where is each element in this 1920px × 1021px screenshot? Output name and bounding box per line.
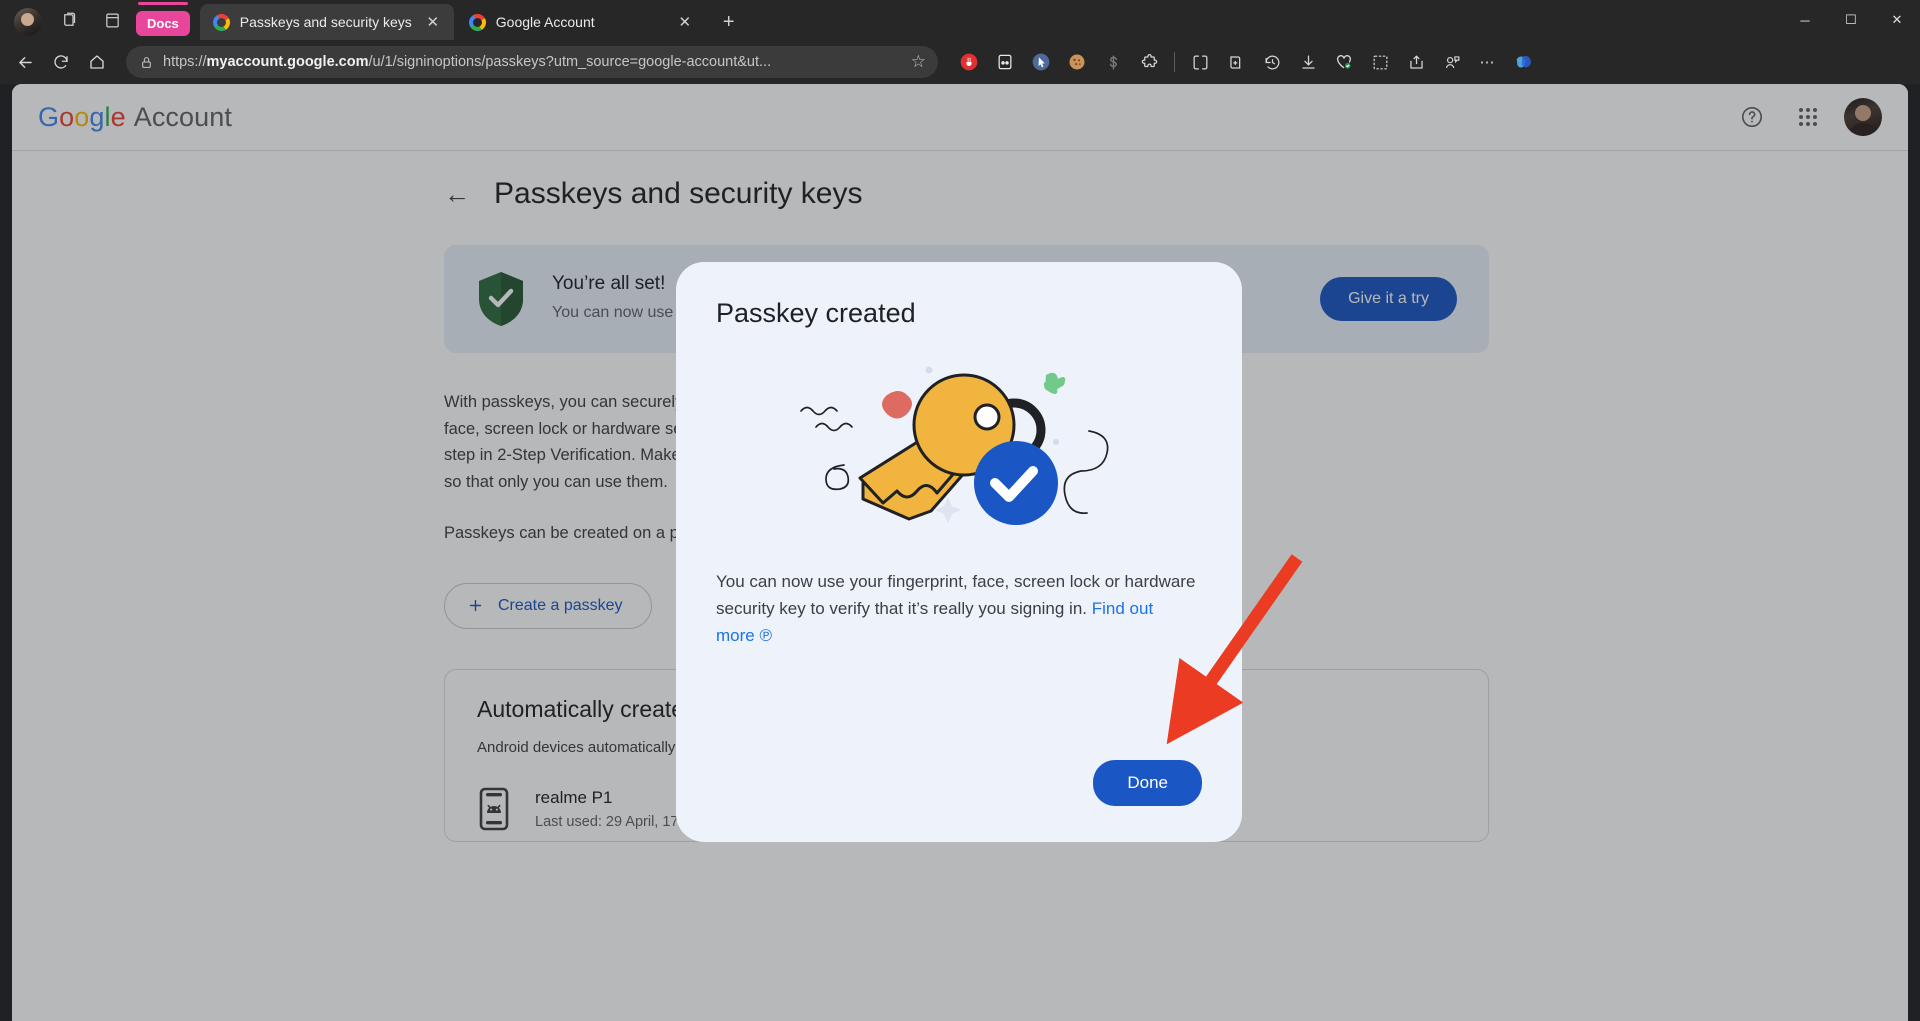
collections-icon[interactable]	[1219, 45, 1253, 79]
window-controls: ─ ☐ ✕	[1782, 0, 1920, 40]
tab-close-icon[interactable]: ✕	[674, 11, 696, 33]
tab-title: Google Account	[495, 14, 595, 30]
passkey-created-dialog: Passkey created You can now use your fin…	[676, 262, 1242, 842]
home-icon[interactable]	[80, 45, 114, 79]
history-icon[interactable]	[1255, 45, 1289, 79]
browser-essentials-icon[interactable]	[1327, 45, 1361, 79]
google-favicon-icon	[468, 13, 486, 31]
split-screen-icon[interactable]	[1183, 45, 1217, 79]
help-circle-icon[interactable]: ℗	[759, 626, 772, 645]
share-icon[interactable]	[1399, 45, 1433, 79]
favorite-star-icon[interactable]: ☆	[911, 52, 926, 72]
tab-google-account[interactable]: Google Account ✕	[456, 4, 706, 40]
done-button[interactable]: Done	[1093, 760, 1202, 806]
url-text: https://myaccount.google.com/u/1/signino…	[163, 54, 772, 70]
cursor-icon[interactable]	[1024, 45, 1058, 79]
address-bar[interactable]: https://myaccount.google.com/u/1/signino…	[126, 46, 938, 78]
settings-more-icon[interactable]: ⋯	[1471, 45, 1505, 79]
extensions-puzzle-icon[interactable]	[1132, 45, 1166, 79]
new-tab-button[interactable]: +	[714, 7, 744, 37]
collections-icon[interactable]	[50, 2, 90, 38]
navigation-toolbar: https://myaccount.google.com/u/1/signino…	[0, 40, 1920, 84]
dialog-actions: Done	[716, 760, 1202, 842]
dialog-title: Passkey created	[716, 298, 916, 328]
cookie-icon[interactable]	[1060, 45, 1094, 79]
extension-toolbar: ⋯	[952, 45, 1541, 79]
feedback-icon[interactable]	[1435, 45, 1469, 79]
browser-profile-avatar[interactable]	[14, 8, 42, 36]
docs-workspace-chip[interactable]: Docs	[136, 2, 190, 36]
tab-strip: Docs Passkeys and security keys ✕ Google…	[0, 0, 1920, 40]
dollar-icon[interactable]	[1096, 45, 1130, 79]
downloads-icon[interactable]	[1291, 45, 1325, 79]
reload-icon[interactable]	[44, 45, 78, 79]
window-close-button[interactable]: ✕	[1874, 0, 1920, 40]
window-maximize-button[interactable]: ☐	[1828, 0, 1874, 40]
dialog-body: You can now use your fingerprint, face, …	[716, 568, 1202, 650]
tab-title: Passkeys and security keys	[239, 14, 412, 30]
onetab-icon[interactable]	[988, 45, 1022, 79]
lock-icon	[142, 56, 151, 68]
split-screen-icon[interactable]	[92, 2, 132, 38]
tab-close-icon[interactable]: ✕	[422, 11, 444, 33]
adblock-icon[interactable]	[952, 45, 986, 79]
browser-window: Docs Passkeys and security keys ✕ Google…	[0, 0, 1920, 1021]
back-icon[interactable]	[8, 45, 42, 79]
toolbar-divider	[1174, 52, 1175, 72]
key-with-check-illustration	[716, 355, 1202, 540]
google-favicon-icon	[212, 13, 230, 31]
window-minimize-button[interactable]: ─	[1782, 0, 1828, 40]
tab-passkeys[interactable]: Passkeys and security keys ✕	[199, 4, 454, 40]
copilot-icon[interactable]	[1507, 45, 1541, 79]
screenshot-icon[interactable]	[1363, 45, 1397, 79]
